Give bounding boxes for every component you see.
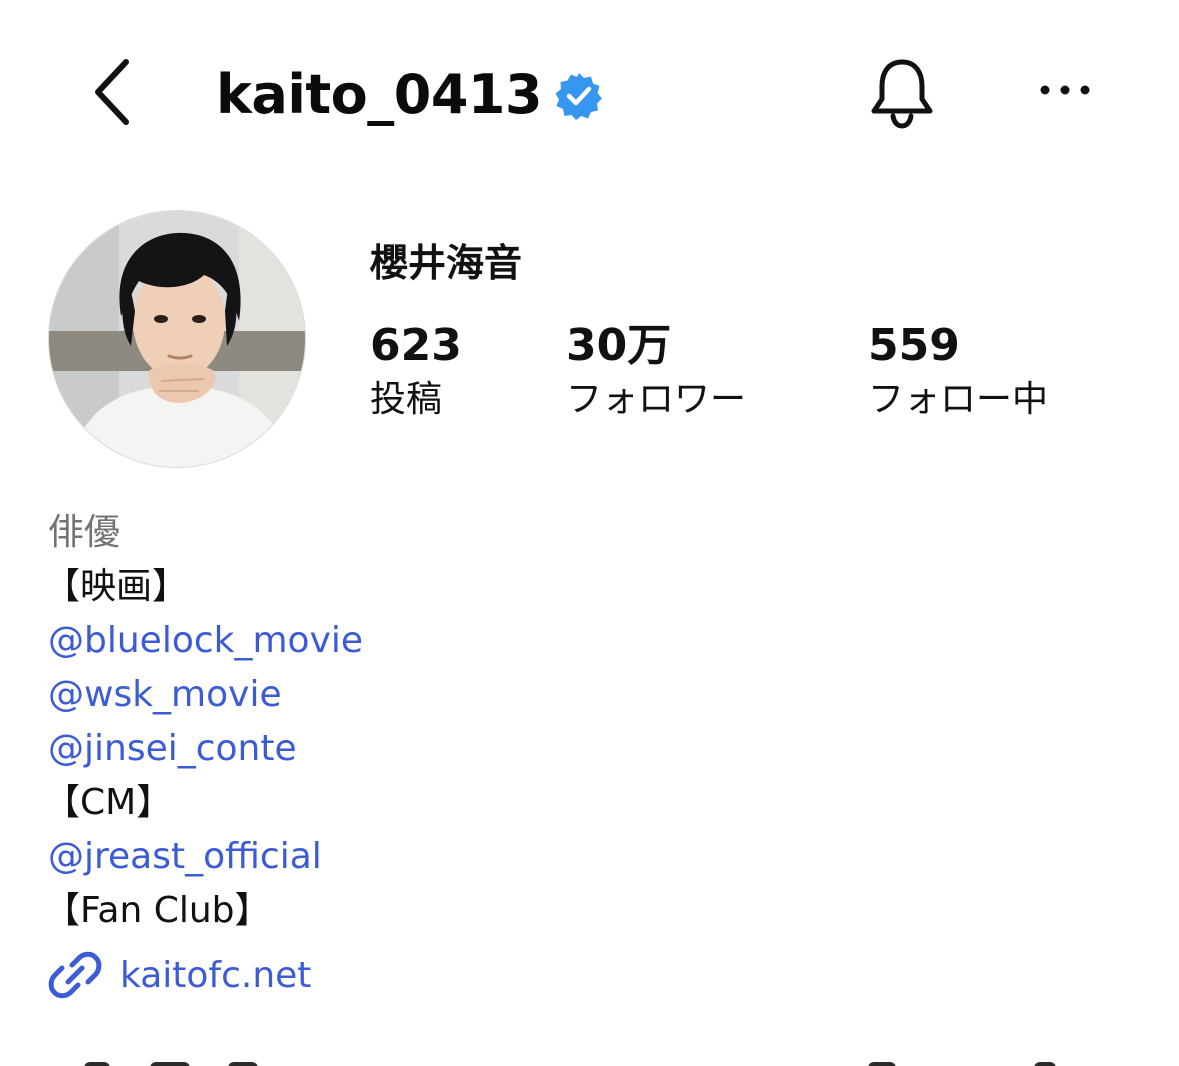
bio-heading-fanclub: 【Fan Club】 xyxy=(44,890,271,931)
bio-heading-cm: 【CM】 xyxy=(44,782,173,823)
cut-off-mark xyxy=(228,1062,258,1066)
avatar[interactable] xyxy=(48,210,306,468)
cut-off-mark xyxy=(868,1062,896,1066)
bio-mention-jreast[interactable]: @jreast_official xyxy=(48,830,363,884)
cut-off-mark xyxy=(150,1062,190,1066)
link-icon xyxy=(48,951,102,999)
followers-count: 30万 xyxy=(566,320,672,371)
following-label: フォロー中 xyxy=(868,379,1049,420)
posts-label: 投稿 xyxy=(370,379,443,420)
bio-category: 俳優 xyxy=(48,512,121,553)
bio-mention-bluelock[interactable]: @bluelock_movie xyxy=(48,614,363,668)
stat-posts[interactable]: 623 投稿 xyxy=(370,320,462,422)
chevron-left-icon xyxy=(95,59,129,125)
stat-followers[interactable]: 30万 フォロワー xyxy=(566,320,746,422)
bio-external-link[interactable]: kaitofc.net xyxy=(48,948,311,1002)
cut-off-mark xyxy=(1034,1062,1056,1066)
bio-mention-wsk[interactable]: @wsk_movie xyxy=(48,668,363,722)
profile-photo xyxy=(49,211,305,467)
stat-following[interactable]: 559 フォロー中 xyxy=(868,320,1048,422)
display-name: 櫻井海音 xyxy=(370,241,523,285)
bio: 俳優 【映画】 @bluelock_movie @wsk_movie @jins… xyxy=(44,506,363,938)
bell-icon xyxy=(871,59,933,129)
cut-off-row xyxy=(0,1058,1179,1066)
followers-label: フォロワー xyxy=(566,379,747,420)
profile-page: kaito_0413 櫻井海音 623 投稿 30万 フォロワー 559 フォロ… xyxy=(0,0,1179,1066)
more-options-button[interactable] xyxy=(1030,70,1100,110)
cut-off-mark xyxy=(84,1062,110,1066)
back-button[interactable] xyxy=(84,52,144,132)
notifications-button[interactable] xyxy=(866,56,938,130)
following-count: 559 xyxy=(868,320,960,371)
bio-mention-jinsei[interactable]: @jinsei_conte xyxy=(48,722,363,776)
more-horizontal-icon xyxy=(1040,85,1090,95)
bio-heading-movie: 【映画】 xyxy=(44,566,189,607)
header-title: kaito_0413 xyxy=(216,56,604,132)
verified-badge-icon xyxy=(555,73,603,120)
link-text: kaitofc.net xyxy=(120,954,312,996)
posts-count: 623 xyxy=(370,320,462,371)
username: kaito_0413 xyxy=(216,62,543,126)
